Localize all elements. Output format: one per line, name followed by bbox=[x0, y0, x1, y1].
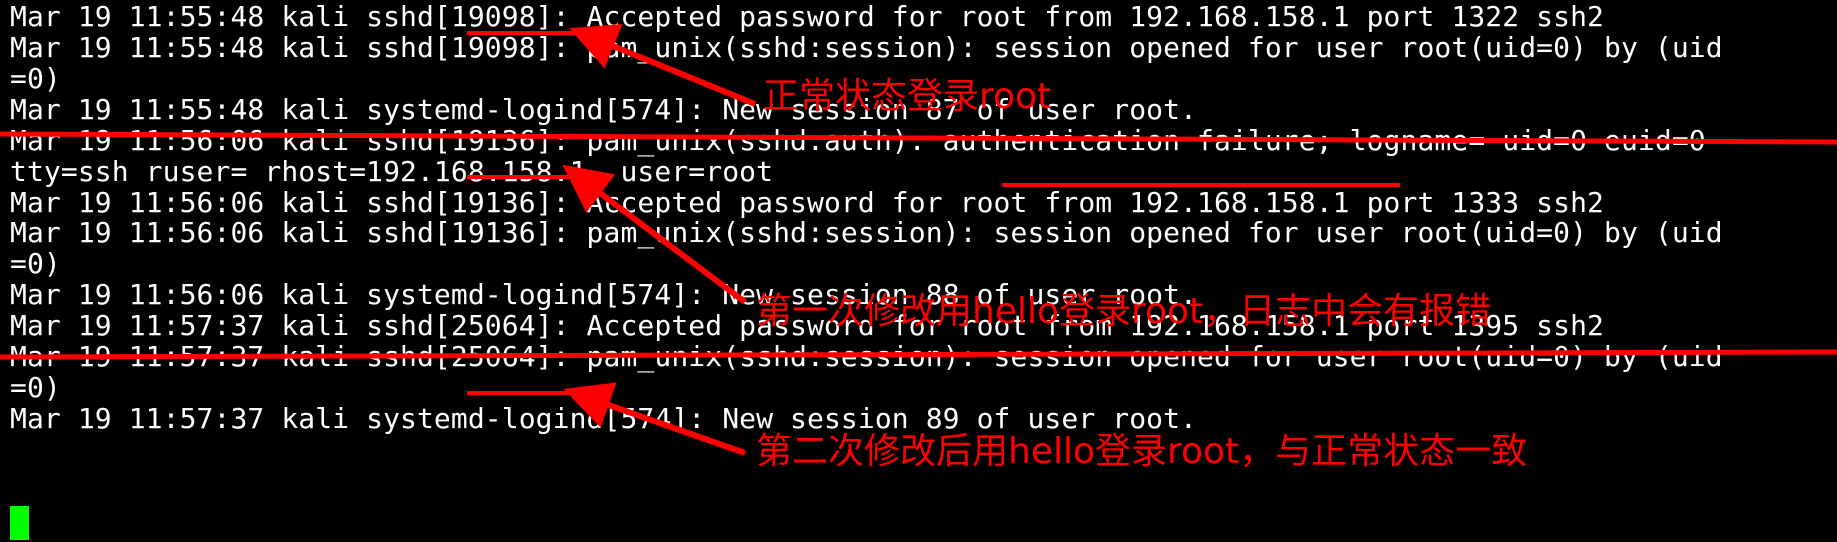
log-line: Mar 19 11:55:48 kali sshd[19098]: pam_un… bbox=[10, 31, 1723, 64]
log-line: Mar 19 11:57:37 kali sshd[25064]: pam_un… bbox=[10, 340, 1723, 373]
log-line: Mar 19 11:55:48 kali sshd[19098]: Accept… bbox=[10, 0, 1604, 33]
log-line: =0) bbox=[10, 371, 61, 404]
log-line: =0) bbox=[10, 247, 61, 280]
terminal-window[interactable]: Mar 19 11:55:48 kali sshd[19098]: Accept… bbox=[0, 0, 1837, 542]
log-line: tty=ssh ruser= rhost=192.168.158.1 user=… bbox=[10, 155, 774, 188]
log-line: =0) bbox=[10, 62, 61, 95]
log-line: Mar 19 11:56:06 kali systemd-logind[574]… bbox=[10, 278, 1198, 311]
terminal-cursor bbox=[10, 506, 29, 540]
log-line: Mar 19 11:56:06 kali sshd[19136]: pam_un… bbox=[10, 124, 1706, 157]
log-line: Mar 19 11:57:37 kali systemd-logind[574]… bbox=[10, 402, 1198, 435]
log-line: Mar 19 11:57:37 kali sshd[25064]: Accept… bbox=[10, 309, 1604, 342]
log-line: Mar 19 11:56:06 kali sshd[19136]: pam_un… bbox=[10, 216, 1723, 249]
log-line: Mar 19 11:55:48 kali systemd-logind[574]… bbox=[10, 93, 1198, 126]
log-line: Mar 19 11:56:06 kali sshd[19136]: Accept… bbox=[10, 186, 1604, 219]
